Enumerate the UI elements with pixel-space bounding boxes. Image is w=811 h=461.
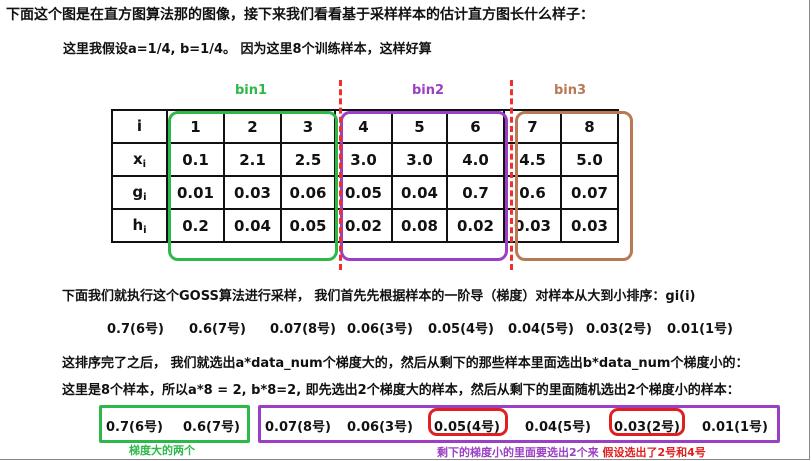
bin-divider-2 (510, 80, 513, 270)
large-caption: 梯度大的两个 (129, 444, 195, 457)
bin1-label: bin1 (235, 83, 268, 98)
intro-title: 下面这个图是在直方图算法那的图像，接下来我们看看基于采样样本的估计直方图长什么样… (6, 7, 594, 23)
bin1-box (168, 111, 338, 261)
row-header-subscript: i (142, 158, 147, 170)
row-header-subscript: i (143, 224, 147, 236)
sorted-item: 0.01(1号) (667, 322, 734, 337)
bin3-box (515, 111, 633, 261)
small-gradient-item: 0.04(5号) (525, 420, 592, 435)
row-header-label: h (132, 215, 144, 234)
bin3-label: bin3 (554, 83, 587, 98)
row-header-label: g (132, 182, 144, 201)
row-header: gi (111, 175, 168, 210)
row-header: i (111, 109, 168, 144)
row-header-label: x (132, 149, 143, 168)
large-gradient-item: 0.6(7号) (183, 420, 240, 435)
small-gradient-item: 0.06(3号) (347, 420, 414, 435)
sorted-item: 0.03(2号) (586, 322, 653, 337)
row-header: hi (111, 208, 168, 243)
row-header-subscript: i (143, 191, 147, 203)
small-caption-a: 剩下的梯度小的里面要选出2个来 (437, 446, 599, 459)
bin2-label: bin2 (412, 83, 445, 98)
sorted-item: 0.04(5号) (508, 322, 575, 337)
sorted-item: 0.6(7号) (189, 322, 246, 337)
sorted-item: 0.07(8号) (270, 322, 337, 337)
small-gradient-item: 0.07(8号) (265, 420, 332, 435)
assumption-text: 这里我假设a=1/4, b=1/4。 因为这里8个训练样本，这样好算 (63, 42, 432, 57)
large-gradient-item: 0.7(6号) (106, 420, 163, 435)
selection-line-2: 这里是8个样本，所以a*8 = 2, b*8=2, 即先选出2个梯度大的样本，然… (62, 383, 740, 398)
bin-divider-1 (339, 80, 342, 270)
goss-text: 下面我们就执行这个GOSS算法进行采样， 我们首先先根据样本的一阶导（梯度）对样… (62, 289, 696, 304)
row-header: xi (111, 142, 168, 177)
small-caption-b: 假设选出了2号和4号 (602, 446, 706, 459)
small-gradient-item: 0.03(2号) (614, 420, 681, 435)
sorted-item: 0.06(3号) (347, 322, 414, 337)
small-caption: 剩下的梯度小的里面要选出2个来 假设选出了2号和4号 (437, 444, 706, 460)
selection-line-1: 这排序完了之后， 我们就选出a*data_num个梯度大的，然后从剩下的那些样本… (62, 356, 749, 371)
sorted-item: 0.05(4号) (428, 322, 495, 337)
sorted-item: 0.7(6号) (107, 322, 164, 337)
small-gradient-item: 0.05(4号) (434, 420, 501, 435)
row-header-label: i (136, 116, 143, 135)
bin2-box (340, 111, 508, 261)
small-gradient-item: 0.01(1号) (702, 420, 769, 435)
